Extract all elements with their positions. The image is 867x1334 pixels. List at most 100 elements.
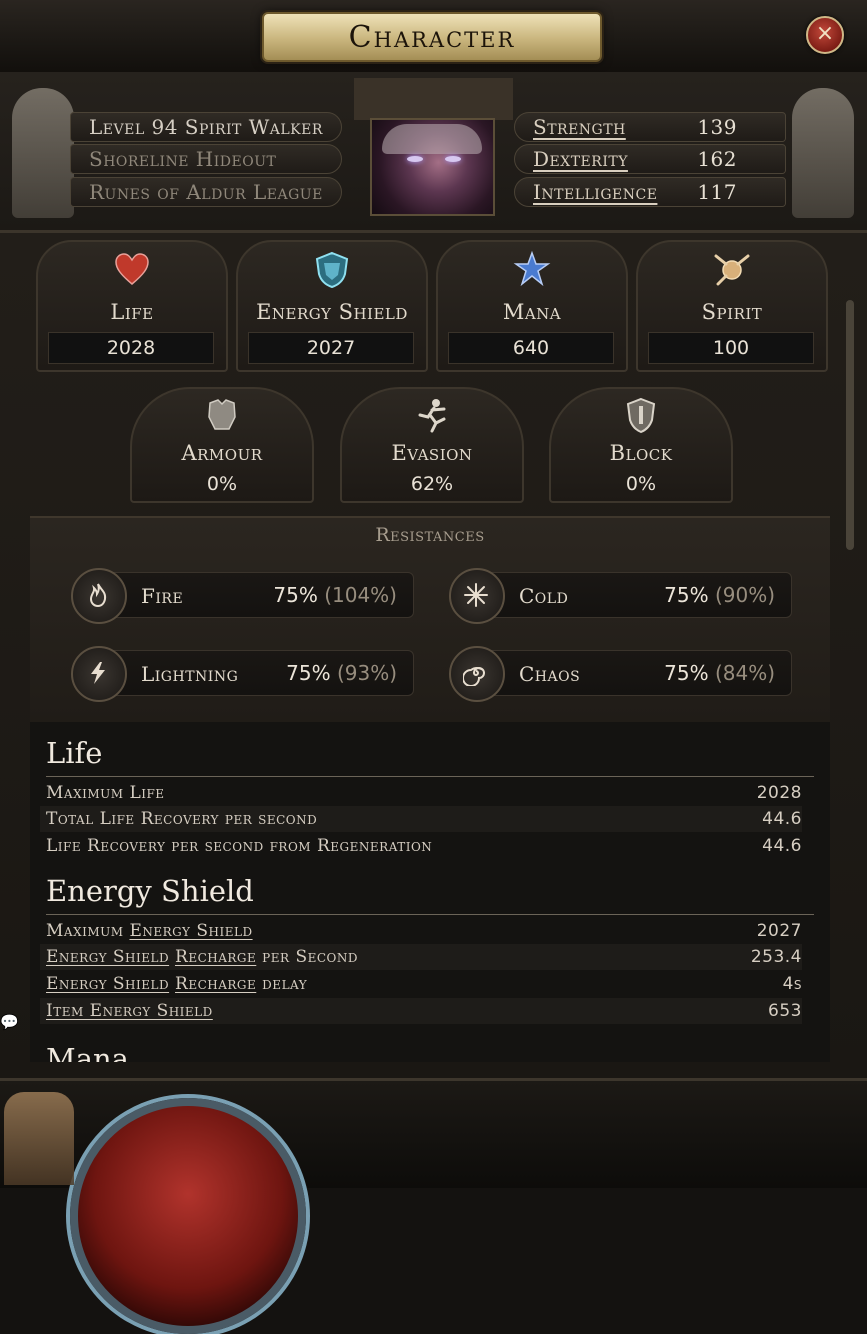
resistance-value: 75% (90%) [664,583,775,607]
statue-right-decoration [792,88,854,218]
stat-row[interactable]: Maximum Energy Shield 2027 [40,918,802,944]
resistance-fire[interactable]: Fire 75% (104%) [71,568,414,624]
resistance-lightning[interactable]: Lightning 75% (93%) [71,646,414,702]
resistance-uncapped: (93%) [336,661,397,685]
stat-label: Maximum Energy Shield [46,918,253,944]
section-heading-life: Life [46,736,103,770]
mana-pool-card: Mana 640 [436,240,628,372]
resistance-current: 75% [286,661,331,685]
location-text: Shoreline Hideout [89,147,277,171]
life-orb [70,1098,306,1334]
stat-value: 2028 [756,783,802,803]
window-title: Character [348,19,516,55]
resistance-current: 75% [664,661,709,685]
pool-label: Life [110,300,154,324]
keyword-link-energy-shield[interactable]: Energy Shield [129,921,252,941]
stat-label-text: delay [256,974,308,994]
stat-row[interactable]: Energy Shield Recharge per Second 253.4 [40,944,802,970]
fire-icon [71,568,127,624]
resistances-title: Resistances [375,524,485,546]
stat-label: Item Energy Shield [46,998,213,1024]
attribute-value: 162 [697,147,737,171]
pool-value: 2027 [248,332,414,364]
attribute-name: Intelligence [533,180,658,204]
resistance-current: 75% [273,583,318,607]
stat-row[interactable]: Energy Shield Recharge delay 4s [40,971,802,997]
character-portrait [370,118,495,216]
league-label: Runes of Aldur League [70,177,342,207]
armour-icon [208,399,236,430]
stat-label-text: Maximum [46,921,130,941]
resistance-chaos[interactable]: Chaos 75% (84%) [449,646,792,702]
chaos-icon [449,646,505,702]
stat-row[interactable]: Total Life Recovery per second 44.6 [40,806,802,832]
resistance-cold[interactable]: Cold 75% (90%) [449,568,792,624]
keyword-link-recharge[interactable]: Recharge [175,974,256,994]
section-heading-mana: Mana [46,1042,129,1062]
defence-value: 0% [206,473,238,495]
keyword-link-recharge[interactable]: Recharge [175,947,256,967]
heart-icon [115,253,149,285]
lightning-icon [71,646,127,702]
defence-value: 0% [625,473,657,495]
attribute-value: 139 [697,115,737,139]
stat-label: Energy Shield Recharge delay [46,971,307,997]
stat-row[interactable]: Life Recovery per second from Regenerati… [40,833,802,859]
attribute-name: Dexterity [533,147,628,171]
resistance-value: 75% (93%) [286,661,397,685]
block-card: Block 0% [549,387,733,503]
close-button[interactable]: × [806,16,844,54]
title-plate: Character [262,12,602,62]
scrollbar-thumb[interactable] [846,300,854,550]
attribute-dexterity[interactable]: Dexterity 162 [514,144,786,174]
cold-icon [449,568,505,624]
mana-icon [513,250,551,287]
stat-label: Life Recovery per second from Regenerati… [46,836,433,856]
block-icon [626,397,656,434]
resistances-panel: Resistances Fire 75% (104%) Cold 75% (90… [30,516,830,723]
attribute-value: 117 [697,180,737,204]
section-heading-energy-shield: Energy Shield [46,874,254,908]
spirit-icon [714,254,750,286]
resistance-value: 75% (104%) [273,583,397,607]
energy-shield-pool-card: Energy Shield 2027 [236,240,428,372]
statue-hud-decoration [4,1092,74,1185]
attribute-intelligence[interactable]: Intelligence 117 [514,177,786,207]
keyword-link-energy-shield[interactable]: Energy Shield [46,974,169,994]
defence-label: Block [609,441,673,465]
league-text: Runes of Aldur League [89,180,323,204]
stat-row[interactable]: Item Energy Shield 653 [40,998,802,1024]
resistance-name: Chaos [519,662,581,686]
resistance-name: Fire [141,584,184,608]
evasion-card: Evasion 62% [340,387,524,503]
pool-value: 2028 [48,332,214,364]
statue-left-decoration [12,88,74,218]
life-pool-card: Life 2028 [36,240,228,372]
detailed-stats-list[interactable]: Life Maximum Life 2028 Total Life Recove… [30,722,830,1062]
pool-label: Spirit [701,300,763,324]
energy-shield-icon [315,251,349,289]
chat-bubble-icon[interactable]: 💬 [0,1013,20,1031]
resistance-current: 75% [664,583,709,607]
pool-label: Mana [502,300,562,324]
defence-label: Armour [181,441,263,465]
resistance-uncapped: (84%) [714,661,775,685]
keyword-link-item-energy-shield[interactable]: Item Energy Shield [46,1001,213,1021]
stat-row[interactable]: Maximum Life 2028 [40,780,802,806]
pool-label: Energy Shield [256,300,408,324]
attribute-name: Strength [533,115,626,139]
resistance-name: Cold [519,584,569,608]
defence-value: 62% [410,473,454,495]
spirit-pool-card: Spirit 100 [636,240,828,372]
defence-label: Evasion [391,441,473,465]
location-label: Shoreline Hideout [70,144,342,174]
section-divider [46,914,814,915]
stat-label: Total Life Recovery per second [46,809,318,829]
portrait-nameplate [354,78,513,120]
evasion-icon [418,399,446,433]
attribute-strength[interactable]: Strength 139 [514,112,786,142]
keyword-link-energy-shield[interactable]: Energy Shield [46,947,169,967]
pool-value: 640 [448,332,614,364]
armour-card: Armour 0% [130,387,314,503]
resistance-value: 75% (84%) [664,661,775,685]
